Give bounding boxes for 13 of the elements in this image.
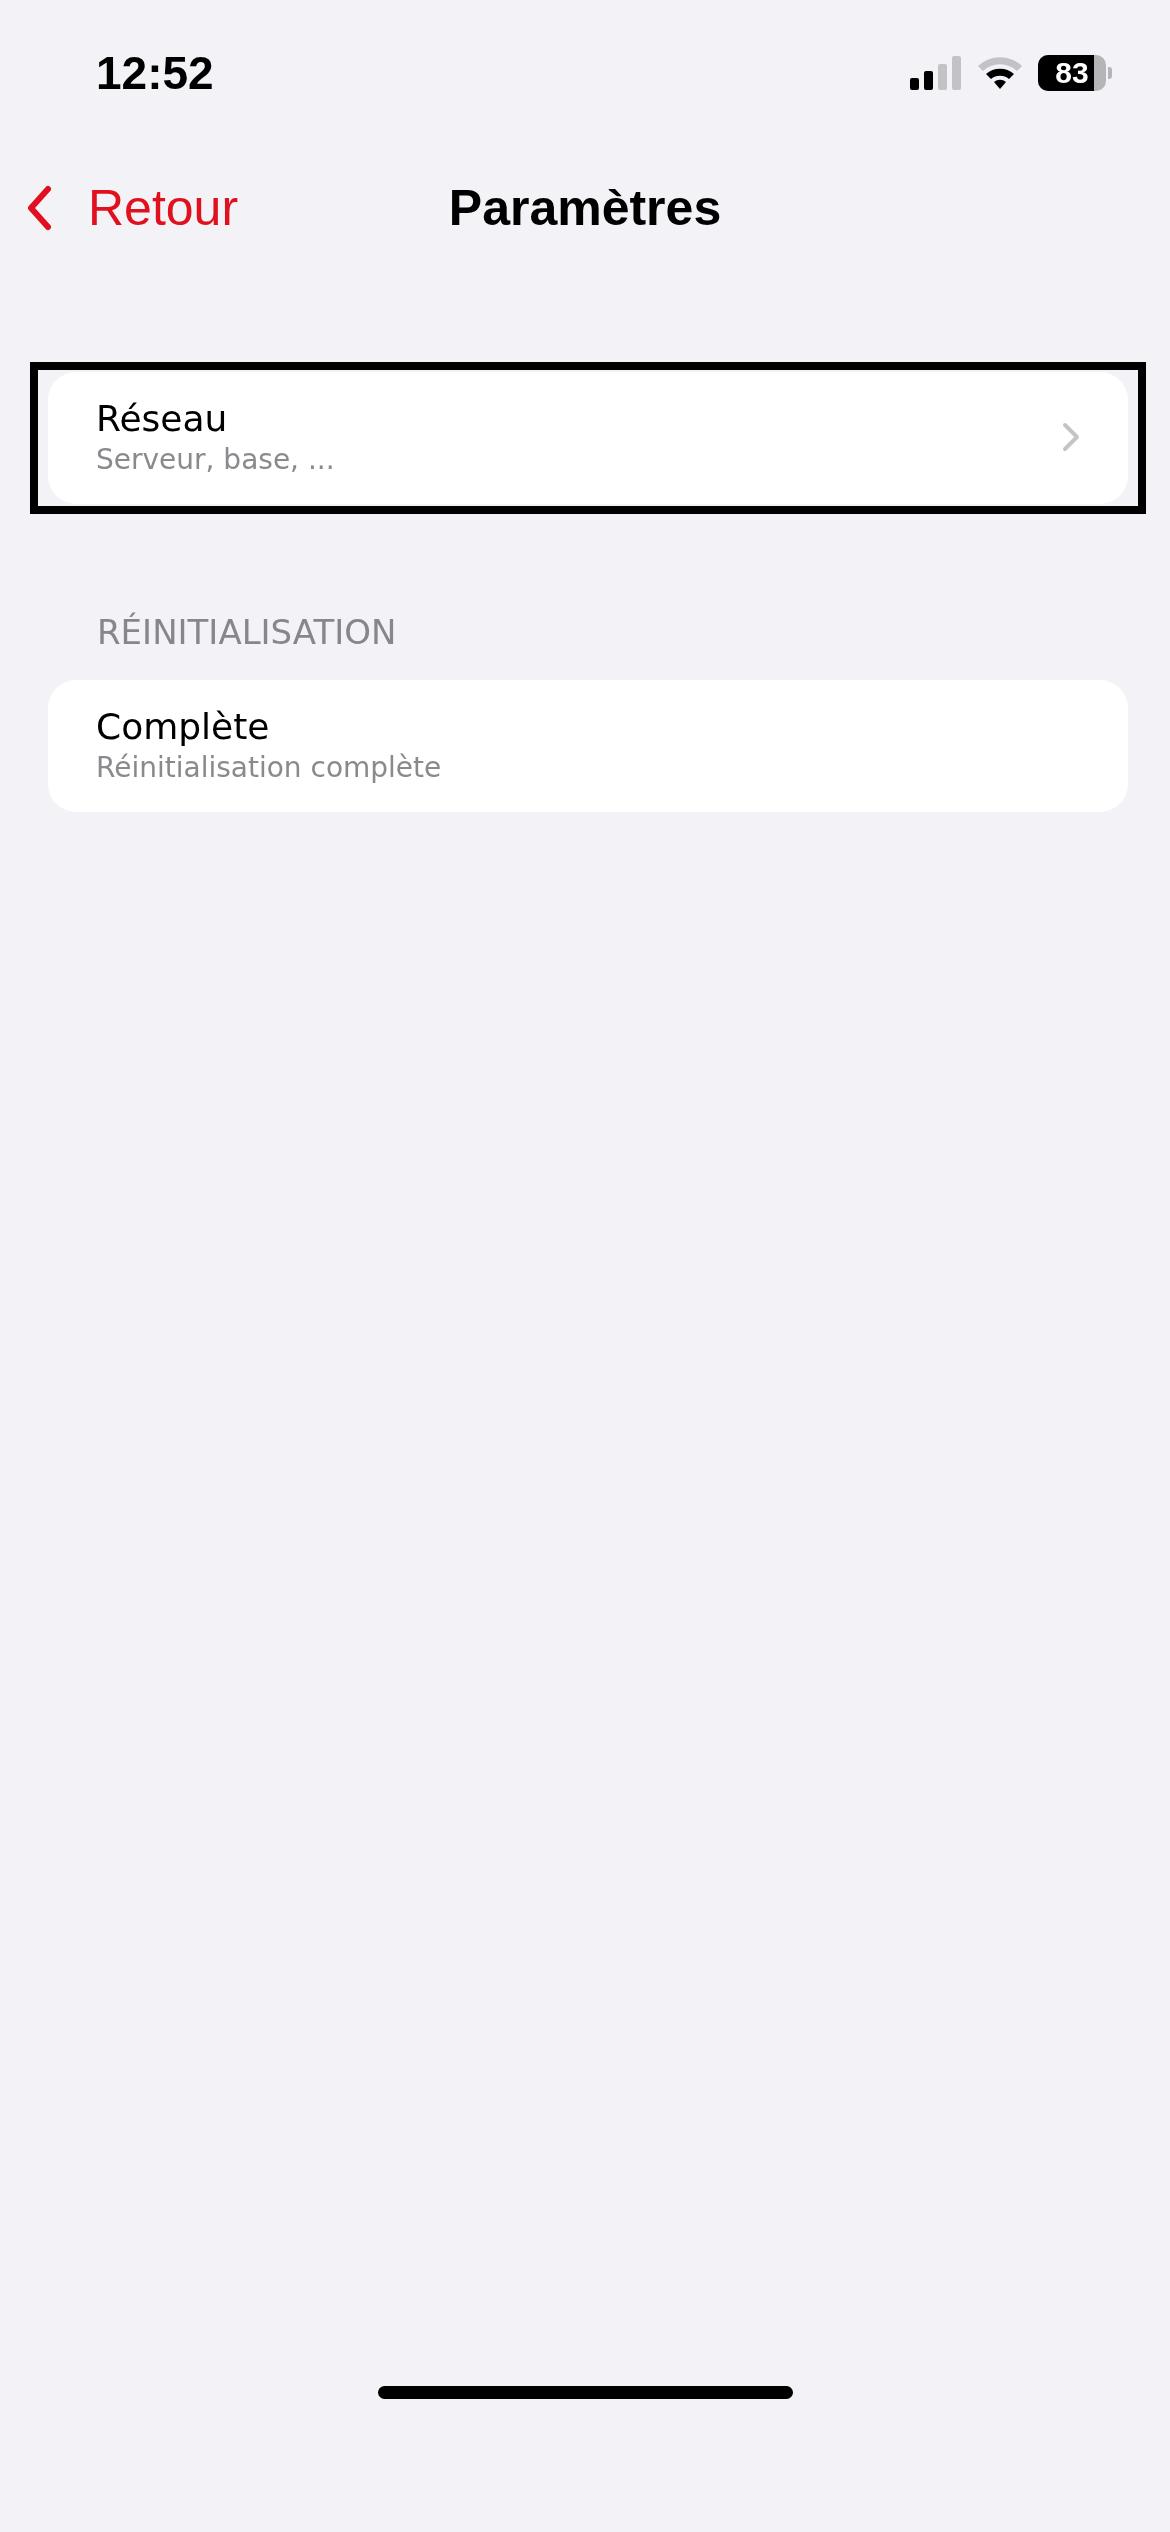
back-button[interactable]: Retour: [26, 178, 239, 237]
row-title: Réseau: [96, 398, 229, 439]
back-chevron-icon: [26, 184, 52, 231]
wifi-icon: [976, 54, 1024, 91]
section-header: RÉINITIALISATION: [96, 612, 398, 654]
screen-title: Paramètres: [448, 178, 722, 237]
signal-icon: [910, 55, 962, 90]
status-time: 12:52: [96, 45, 214, 100]
settings-row[interactable]: Réseau Serveur, base, ...: [48, 372, 1128, 504]
row-title: Complète: [96, 706, 271, 747]
row-subtitle: Serveur, base, ...: [96, 443, 335, 476]
row-subtitle: Réinitialisation complète: [96, 751, 442, 784]
settings-row[interactable]: Complète Réinitialisation complète: [48, 680, 1128, 812]
